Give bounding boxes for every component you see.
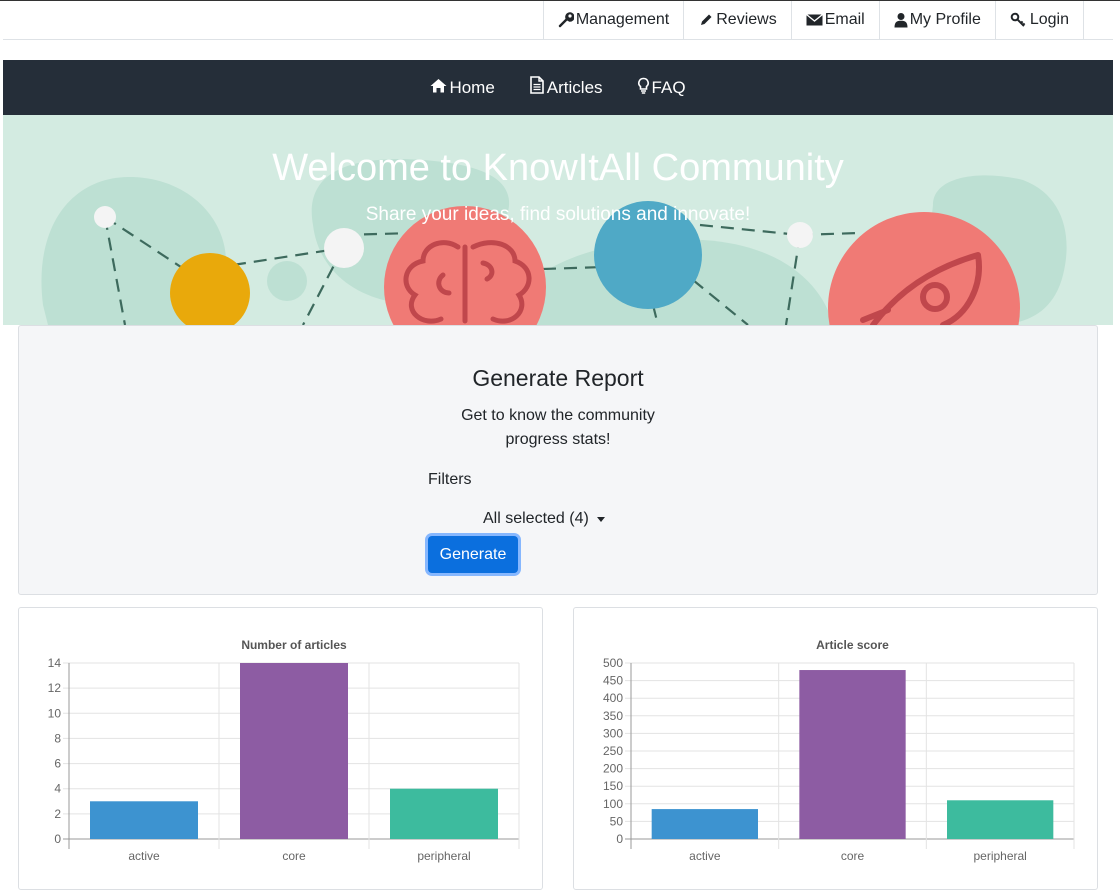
x-tick-label: peripheral bbox=[973, 849, 1026, 863]
y-tick-label: 14 bbox=[48, 656, 62, 670]
user-icon bbox=[894, 12, 908, 28]
y-tick-label: 0 bbox=[54, 832, 61, 846]
bar-core[interactable] bbox=[799, 670, 906, 839]
chart-card-score: Article score 0 50 100 150 200 250 300 350 400 450… bbox=[573, 607, 1098, 890]
y-tick-label: 0 bbox=[616, 832, 623, 846]
home-icon bbox=[430, 78, 447, 98]
y-tick-label: 250 bbox=[603, 744, 623, 758]
y-tick-label: 4 bbox=[54, 782, 61, 796]
y-tick-label: 10 bbox=[48, 706, 62, 720]
nav-articles-label: Articles bbox=[546, 77, 603, 97]
generate-button[interactable]: Generate bbox=[428, 536, 518, 573]
y-tick-label: 400 bbox=[603, 691, 623, 705]
top-nav-divider bbox=[3, 39, 1113, 40]
bar-peripheral[interactable] bbox=[390, 788, 498, 839]
key-icon bbox=[1010, 12, 1028, 28]
y-tick-label: 2 bbox=[54, 807, 61, 821]
nav-my-profile-label: My Profile bbox=[909, 11, 981, 28]
y-tick-label: 8 bbox=[54, 731, 61, 745]
x-tick-label: core bbox=[841, 849, 865, 863]
x-tick-label: active bbox=[128, 849, 160, 863]
x-tick-label: peripheral bbox=[417, 849, 470, 863]
lightbulb-icon bbox=[637, 77, 650, 99]
x-tick-label: active bbox=[689, 849, 721, 863]
nav-home-label: Home bbox=[449, 77, 495, 97]
nav-email-label: Email bbox=[824, 11, 865, 28]
nav-login[interactable]: Login bbox=[996, 1, 1084, 39]
chart-card-articles: Number of articles 0 2 4 6 8 10 12 14 active core p… bbox=[18, 607, 543, 890]
nav-email[interactable]: Email bbox=[792, 1, 880, 39]
filters-dropdown-value: All selected (4) bbox=[483, 510, 589, 527]
y-tick-label: 300 bbox=[603, 726, 623, 740]
report-title: Generate Report bbox=[472, 365, 644, 391]
bar-core[interactable] bbox=[240, 663, 348, 839]
chart-title: Number of articles bbox=[241, 638, 347, 652]
y-tick-label: 500 bbox=[603, 656, 623, 670]
nav-reviews[interactable]: Reviews bbox=[684, 1, 792, 39]
y-tick-label: 12 bbox=[48, 681, 62, 695]
nav-reviews-label: Reviews bbox=[716, 11, 777, 28]
bar-active[interactable] bbox=[90, 801, 198, 839]
report-panel: Generate Report Get to know the communit… bbox=[18, 325, 1098, 595]
document-icon bbox=[529, 76, 545, 99]
hero-banner: Welcome to KnowItAll Community Share you… bbox=[3, 115, 1113, 325]
nav-login-label: Login bbox=[1029, 11, 1069, 28]
bar-peripheral[interactable] bbox=[947, 800, 1054, 839]
nav-home[interactable]: Home bbox=[430, 77, 495, 98]
pencil-icon bbox=[698, 12, 714, 28]
y-tick-label: 350 bbox=[603, 709, 623, 723]
hero-subtitle: Share your ideas, find solutions and inn… bbox=[365, 204, 751, 225]
x-tick-label: core bbox=[282, 849, 306, 863]
nav-articles[interactable]: Articles bbox=[529, 76, 603, 99]
y-tick-label: 6 bbox=[54, 757, 61, 771]
nav-management[interactable]: Management bbox=[544, 1, 685, 39]
top-nav: Management Reviews Email My Profile Logi… bbox=[542, 1, 1084, 39]
hero-title: Welcome to KnowItAll Community bbox=[272, 147, 844, 189]
caret-down-icon bbox=[596, 516, 605, 522]
y-tick-label: 150 bbox=[603, 779, 623, 793]
y-tick-label: 50 bbox=[610, 814, 624, 828]
nav-my-profile[interactable]: My Profile bbox=[880, 1, 996, 39]
nav-management-label: Management bbox=[575, 11, 670, 28]
main-nav: Home Articles FAQ bbox=[3, 60, 1113, 115]
wrench-icon bbox=[558, 12, 574, 28]
nav-faq[interactable]: FAQ bbox=[637, 77, 686, 99]
nav-faq-label: FAQ bbox=[651, 77, 686, 97]
chart-title: Article score bbox=[816, 638, 889, 652]
articles-bar-chart: Number of articles 0 2 4 6 8 10 12 14 active core p… bbox=[48, 638, 520, 863]
filters-dropdown[interactable]: All selected (4) bbox=[483, 510, 605, 528]
y-tick-label: 100 bbox=[603, 797, 623, 811]
y-tick-label: 200 bbox=[603, 762, 623, 776]
filters-label: Filters bbox=[428, 471, 472, 488]
y-tick-label: 450 bbox=[603, 674, 623, 688]
envelope-icon bbox=[805, 13, 823, 27]
report-description: Get to know the community progress stats… bbox=[461, 407, 655, 448]
bar-active[interactable] bbox=[651, 809, 758, 839]
score-bar-chart: Article score 0 50 100 150 200 250 300 350 400 450… bbox=[603, 638, 1075, 863]
